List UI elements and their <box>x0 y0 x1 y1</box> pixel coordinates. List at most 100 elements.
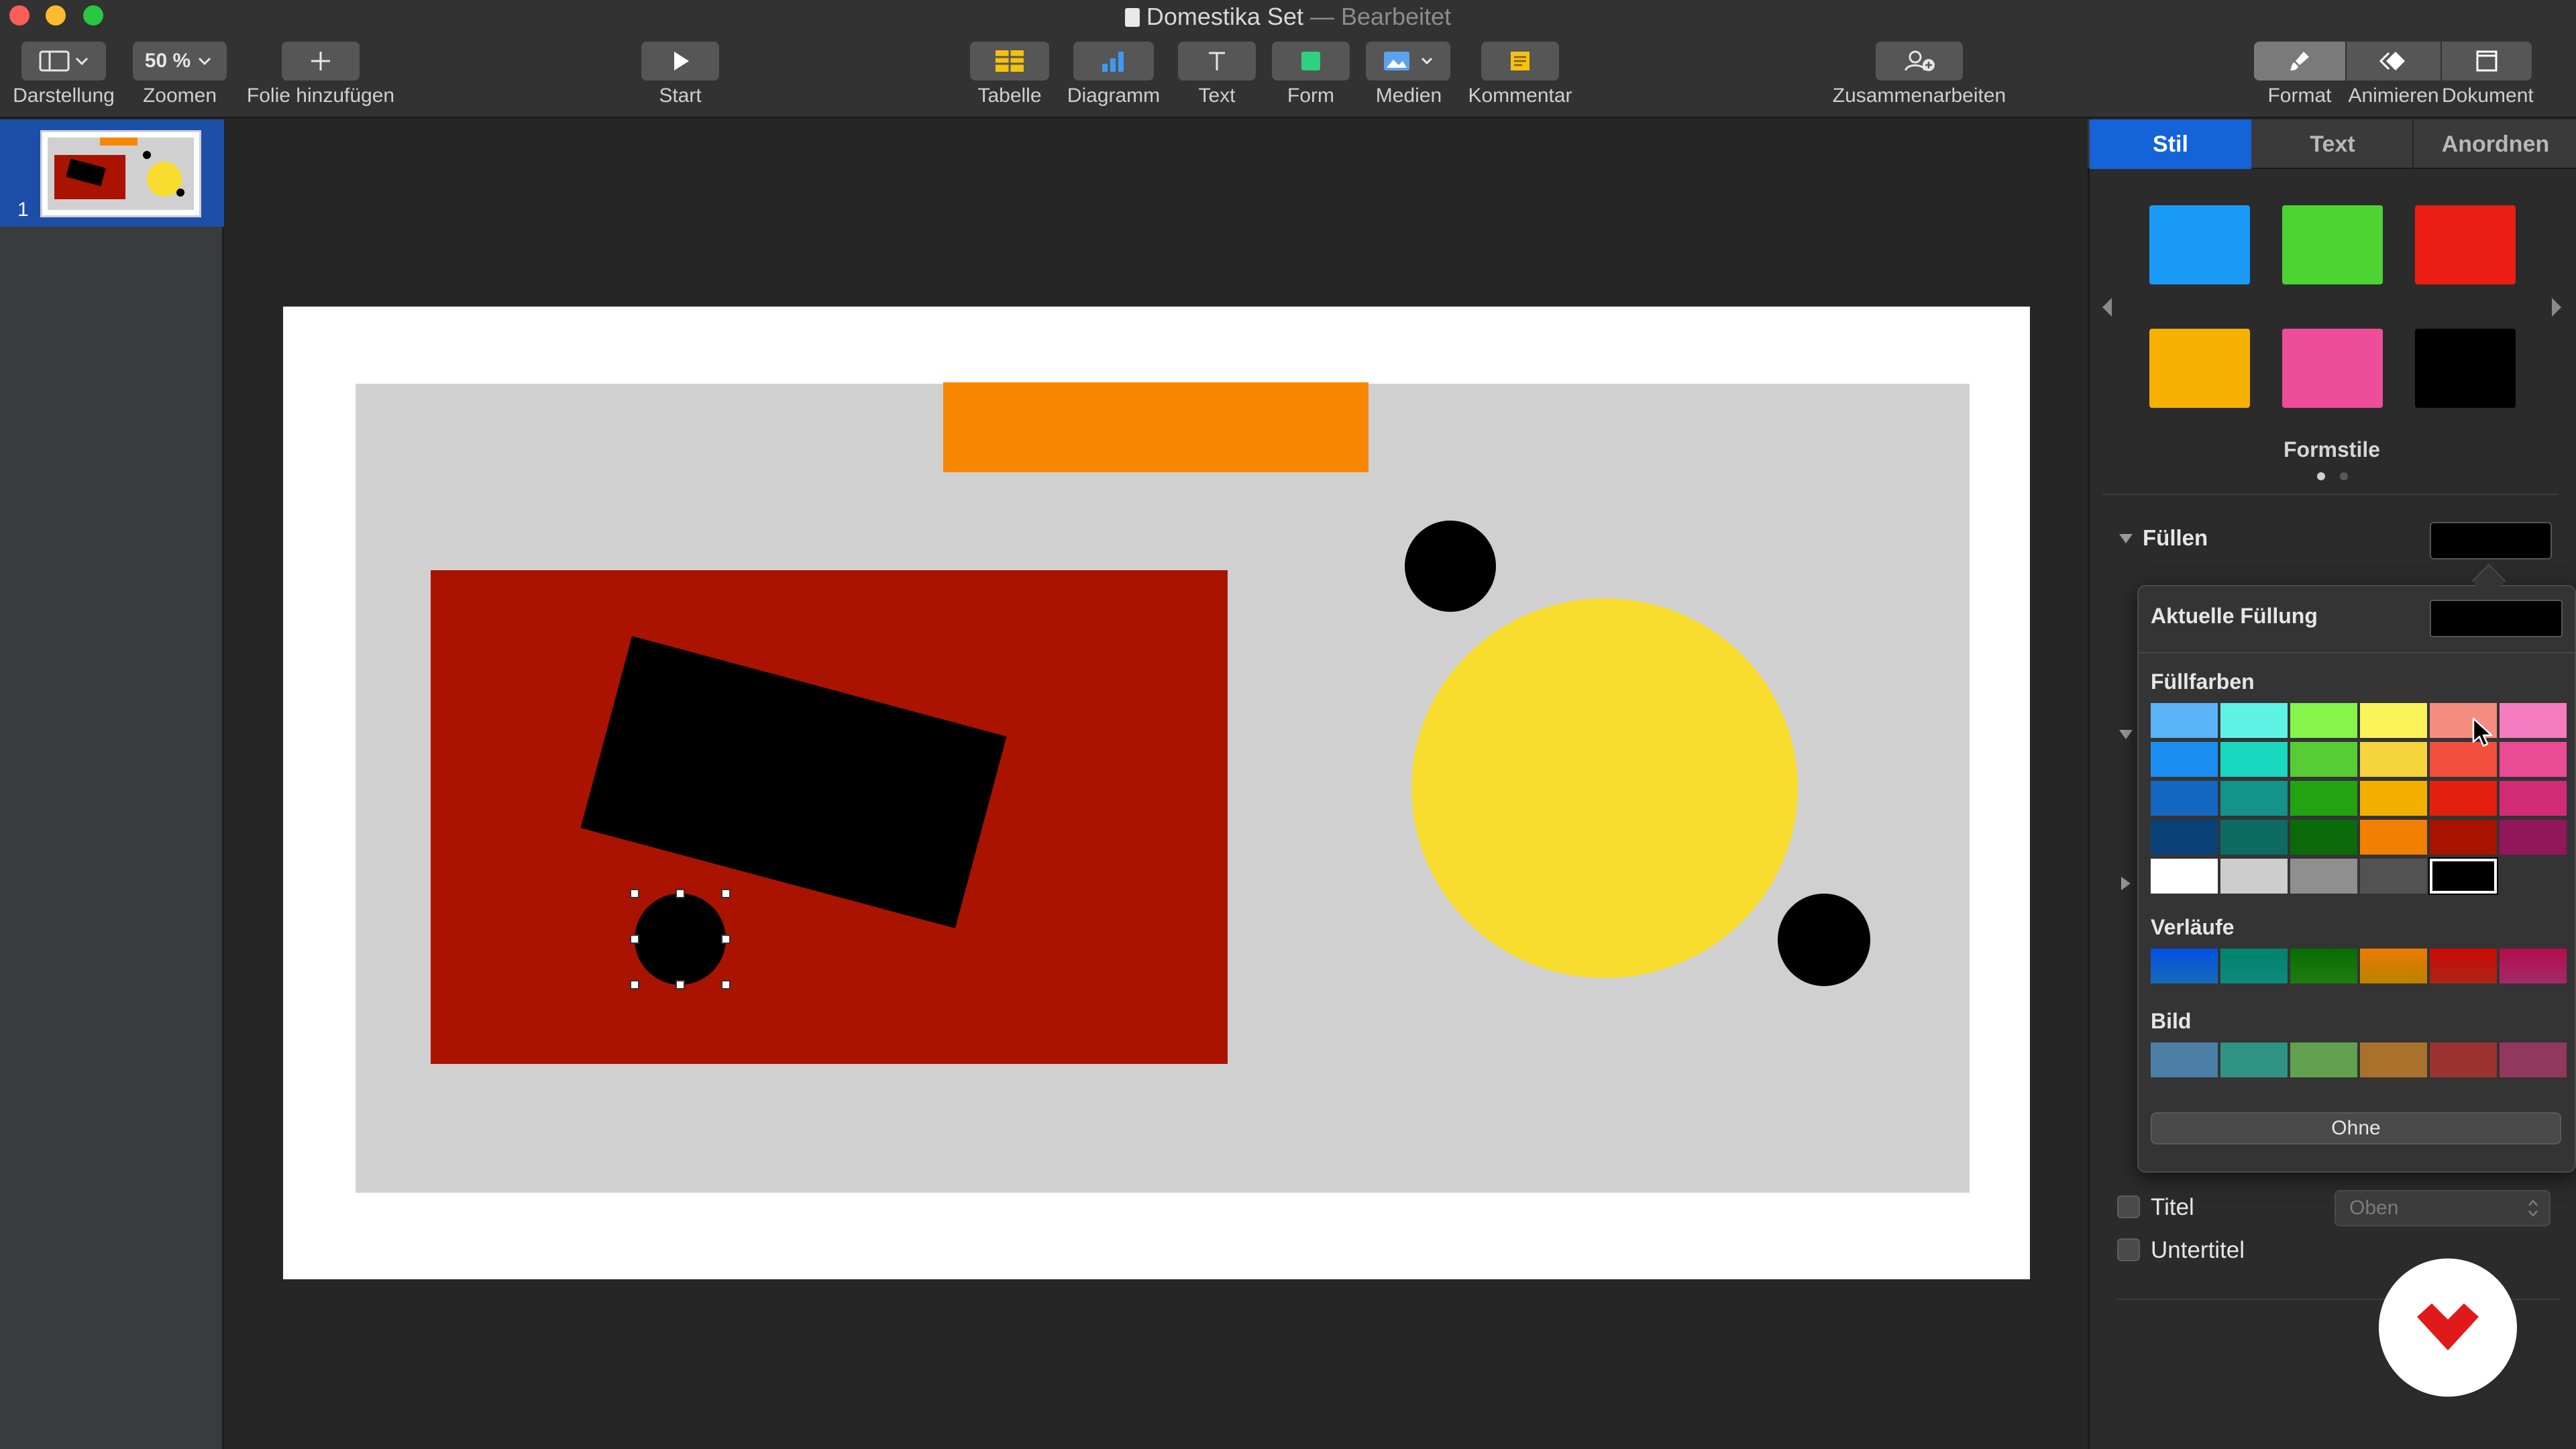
disclosure-triangle-icon[interactable] <box>2117 530 2135 547</box>
fill-color-swatch[interactable] <box>2290 781 2357 816</box>
disclosure-triangle-icon[interactable] <box>2117 875 2135 892</box>
subtitle-checkbox[interactable] <box>2117 1238 2140 1261</box>
media-button[interactable] <box>1366 42 1450 80</box>
resize-handle[interactable] <box>630 980 639 989</box>
document-button[interactable] <box>2442 42 2532 80</box>
resize-handle[interactable] <box>721 889 731 898</box>
table-label: Tabelle <box>977 85 1042 107</box>
fill-color-swatch[interactable] <box>2360 820 2427 855</box>
fill-color-swatch[interactable] <box>2360 703 2427 738</box>
format-label: Format <box>2267 85 2332 107</box>
shape-button[interactable] <box>1272 42 1350 80</box>
fill-color-swatch[interactable] <box>2430 820 2497 855</box>
fill-color-swatch[interactable] <box>2151 703 2218 738</box>
fill-color-swatch[interactable] <box>2220 820 2288 855</box>
media-label: Medien <box>1375 85 1442 107</box>
add-slide-button[interactable] <box>282 42 360 80</box>
fill-color-swatch[interactable] <box>2151 742 2218 777</box>
fill-color-swatch[interactable] <box>2430 781 2497 816</box>
zoom-value: 50 % <box>144 50 191 72</box>
gradient-swatch[interactable] <box>2151 949 2218 983</box>
table-button[interactable] <box>970 42 1049 80</box>
slide-thumbnail-row[interactable]: 1 <box>0 119 224 227</box>
tab-text[interactable]: Text <box>2253 119 2414 169</box>
fill-color-swatch[interactable] <box>2220 859 2288 894</box>
current-fill-color-well[interactable] <box>2430 600 2563 637</box>
disclosure-triangle-icon[interactable] <box>2117 726 2135 743</box>
zoom-select[interactable]: 50 % <box>133 42 227 80</box>
animate-button[interactable] <box>2347 42 2440 80</box>
shape-style-swatch[interactable] <box>2149 329 2250 408</box>
fill-color-swatch[interactable] <box>2290 820 2357 855</box>
chart-button[interactable] <box>1073 42 1154 80</box>
gradient-swatch[interactable] <box>2220 949 2288 983</box>
black-circle-top[interactable] <box>1405 521 1496 612</box>
fill-color-swatch[interactable] <box>2151 781 2218 816</box>
fill-color-swatch[interactable] <box>2360 742 2427 777</box>
fill-color-swatch[interactable] <box>2290 742 2357 777</box>
fill-color-swatch[interactable] <box>2290 703 2357 738</box>
comment-button[interactable] <box>1481 42 1559 80</box>
fill-color-swatch[interactable] <box>2360 859 2427 894</box>
animate-diamond-icon <box>2379 52 2405 70</box>
image-fill-swatch[interactable] <box>2500 1042 2567 1077</box>
gradient-swatch[interactable] <box>2290 949 2357 983</box>
fill-color-swatch[interactable] <box>2500 781 2567 816</box>
black-circle-right[interactable] <box>1778 894 1870 986</box>
gradient-swatch[interactable] <box>2360 949 2427 983</box>
format-button[interactable] <box>2254 42 2345 80</box>
view-menu-button[interactable] <box>21 42 106 80</box>
title-checkbox[interactable] <box>2117 1195 2140 1218</box>
resize-handle[interactable] <box>630 934 639 944</box>
shape-style-swatch[interactable] <box>2149 205 2250 284</box>
stepper-arrows-icon <box>2528 1199 2538 1217</box>
resize-handle[interactable] <box>721 980 731 989</box>
gradient-swatch[interactable] <box>2500 949 2567 983</box>
fill-color-swatch[interactable] <box>2151 820 2218 855</box>
gradient-swatch[interactable] <box>2430 949 2497 983</box>
shape-style-swatch[interactable] <box>2282 205 2383 284</box>
chevron-right-icon[interactable] <box>2548 295 2564 319</box>
fill-color-swatch[interactable] <box>2500 742 2567 777</box>
image-fill-swatch[interactable] <box>2220 1042 2288 1077</box>
no-fill-button[interactable]: Ohne <box>2151 1112 2561 1144</box>
page-indicator-dot[interactable] <box>2317 472 2325 480</box>
fill-color-swatch[interactable] <box>2290 859 2357 894</box>
selection-handles[interactable] <box>630 889 731 989</box>
fill-color-well[interactable] <box>2430 522 2552 559</box>
fill-color-swatch[interactable] <box>2151 859 2218 894</box>
resize-handle[interactable] <box>676 980 685 989</box>
tab-arrange[interactable]: Anordnen <box>2415 119 2576 169</box>
shape-style-swatch[interactable] <box>2282 329 2383 408</box>
collaborate-button[interactable] <box>1876 42 1963 80</box>
fill-color-swatch[interactable] <box>2220 703 2288 738</box>
domestika-logo <box>2379 1258 2517 1397</box>
shape-style-swatch[interactable] <box>2415 329 2516 408</box>
image-fill-swatch[interactable] <box>2290 1042 2357 1077</box>
fill-color-swatch[interactable] <box>2220 742 2288 777</box>
fill-color-swatch-selected[interactable] <box>2428 857 2498 895</box>
slide-thumbnail[interactable] <box>40 130 201 217</box>
image-fill-swatch[interactable] <box>2151 1042 2218 1077</box>
resize-handle[interactable] <box>721 934 731 944</box>
shape-style-swatch[interactable] <box>2415 205 2516 284</box>
play-icon <box>674 52 689 70</box>
play-button[interactable] <box>641 42 719 80</box>
fill-color-swatch[interactable] <box>2500 820 2567 855</box>
image-fill-swatch[interactable] <box>2430 1042 2497 1077</box>
fill-color-swatch[interactable] <box>2360 781 2427 816</box>
page-indicator-dot[interactable] <box>2340 472 2348 480</box>
fill-color-swatch[interactable] <box>2500 703 2567 738</box>
title-position-select[interactable]: Oben <box>2334 1190 2551 1226</box>
orange-rectangle[interactable] <box>943 382 1368 472</box>
image-icon <box>1384 52 1409 70</box>
image-fill-swatch[interactable] <box>2360 1042 2427 1077</box>
fill-color-swatch[interactable] <box>2220 781 2288 816</box>
text-label: Text <box>1198 85 1236 107</box>
tab-style[interactable]: Stil <box>2090 119 2251 169</box>
resize-handle[interactable] <box>630 889 639 898</box>
yellow-circle[interactable] <box>1411 598 1798 978</box>
chevron-left-icon[interactable] <box>2100 295 2116 319</box>
resize-handle[interactable] <box>676 889 685 898</box>
text-button[interactable] <box>1178 42 1256 80</box>
